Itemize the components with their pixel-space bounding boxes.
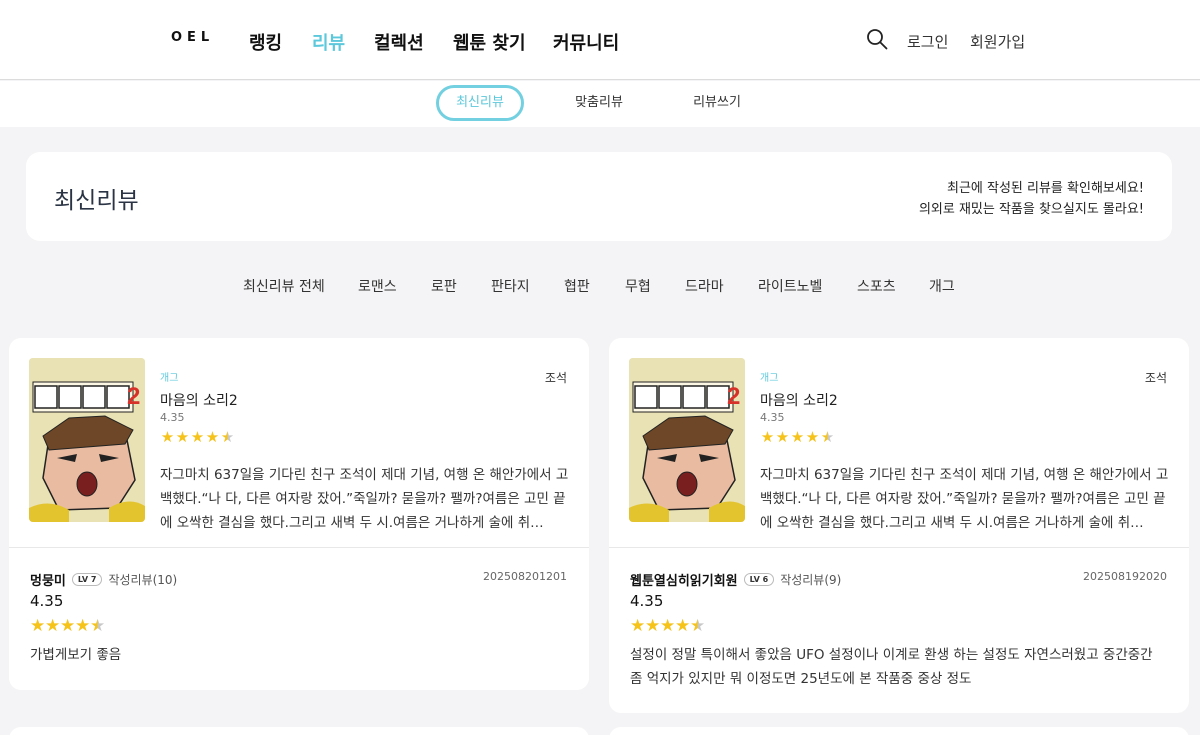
review-count: 작성리뷰(10) [108, 573, 178, 587]
genre-hyeopan[interactable]: 협판 [564, 276, 590, 296]
star-icon: ★ [805, 428, 820, 446]
genre-drama[interactable]: 드라마 [685, 276, 724, 296]
card-divider [609, 547, 1189, 548]
search-icon[interactable] [866, 28, 888, 50]
genre-sports[interactable]: 스포츠 [857, 276, 896, 296]
review-card-next [9, 727, 589, 735]
review-date: 202508201201 [483, 570, 567, 583]
genre-gag[interactable]: 개그 [929, 276, 955, 296]
star-icon: ★ [45, 616, 61, 636]
star-icon: ★ [660, 616, 676, 636]
webtoon-cover[interactable]: 2 [629, 358, 745, 522]
star-icon: ★ [190, 428, 205, 446]
tab-latest-review[interactable]: 최신리뷰 [436, 85, 524, 121]
review-date: 202508192020 [1083, 570, 1167, 583]
genre-tag: 개그 [760, 373, 779, 384]
review-subnav: 최신리뷰 맞춤리뷰 리뷰쓰기 [0, 81, 1200, 127]
webtoon-cover-image[interactable]: 2 [29, 358, 145, 522]
star-icon: ★ [690, 616, 706, 636]
page-description: 최근에 작성된 리뷰를 확인해보세요! 의외로 재밌는 작품을 찾으실지도 몰라… [919, 178, 1144, 220]
review-card[interactable]: 2 개그 조석 마음의 소리2 4.35 ★ ★ ★ ★ ★ 자그마치 637일을 기다린 친구 조… [609, 338, 1189, 713]
webtoon-title[interactable]: 마음의 소리2 [760, 390, 838, 410]
star-icon: ★ [220, 428, 235, 446]
star-icon: ★ [205, 428, 220, 446]
description-line-2: 의외로 재밌는 작품을 찾으실지도 몰라요! [918, 202, 1144, 217]
review-count: 작성리뷰(9) [780, 573, 842, 587]
nav-community[interactable]: 커뮤니티 [553, 29, 619, 55]
review-card-next [609, 727, 1189, 735]
star-icon: ★ [30, 616, 46, 636]
nav-ranking[interactable]: 랭킹 [249, 29, 282, 55]
cover-number: 2 [127, 383, 140, 410]
star-icon: ★ [760, 428, 775, 446]
review-score: 4.35 [630, 592, 664, 610]
webtoon-title[interactable]: 마음의 소리2 [160, 390, 238, 410]
reviewer-info: 멍뭉미 LV 7 작성리뷰(10) [30, 570, 177, 589]
star-icon: ★ [75, 616, 91, 636]
logo[interactable]: OEL [171, 30, 214, 45]
reviewer-name[interactable]: 웹툰열심히읽기회원 [630, 570, 738, 589]
reviewer-name[interactable]: 멍뭉미 [30, 570, 66, 589]
genre-light-novel[interactable]: 라이트노벨 [758, 276, 822, 296]
star-icon: ★ [645, 616, 661, 636]
star-icon: ★ [60, 616, 76, 636]
header: OEL 랭킹 리뷰 컬렉션 웹툰 찾기 커뮤니티 로그인 회원가입 [0, 0, 1200, 80]
description-line-1: 최근에 작성된 리뷰를 확인해보세요! [946, 181, 1144, 196]
review-card[interactable]: 2 개그 조석 마음의 소리2 4.35 ★ ★ ★ ★ ★ 자그마치 637일을 기다린 친구 조… [9, 338, 589, 690]
genre-all[interactable]: 최신리뷰 전체 [243, 276, 325, 296]
webtoon-star-rating: ★ ★ ★ ★ ★ [160, 430, 235, 445]
review-score: 4.35 [30, 592, 64, 610]
page-title: 최신리뷰 [54, 188, 139, 214]
webtoon-cover[interactable]: 2 [29, 358, 145, 522]
page-banner: 최신리뷰 최근에 작성된 리뷰를 확인해보세요! 의외로 재밌는 작품을 찾으실… [26, 152, 1172, 241]
genre-romance[interactable]: 로맨스 [358, 276, 397, 296]
review-text: 설정이 정말 특이해서 좋았음 UFO 설정이나 이계로 환생 하는 설정도 자… [630, 647, 1153, 687]
cover-number: 2 [727, 383, 740, 410]
genre-filter: 최신리뷰 전체 로맨스 로판 판타지 협판 무협 드라마 라이트노벨 스포츠 개… [0, 276, 1200, 296]
star-icon: ★ [820, 428, 835, 446]
genre-tag: 개그 [160, 373, 179, 384]
star-icon: ★ [775, 428, 790, 446]
genre-fantasy[interactable]: 판타지 [491, 276, 530, 296]
nav-review[interactable]: 리뷰 [312, 29, 345, 55]
webtoon-score: 4.35 [760, 411, 785, 424]
login-link[interactable]: 로그인 [907, 31, 948, 52]
star-icon: ★ [90, 616, 106, 636]
webtoon-cover-image[interactable]: 2 [629, 358, 745, 522]
star-icon: ★ [790, 428, 805, 446]
star-icon: ★ [160, 428, 175, 446]
reviewer-info: 웹툰열심히읽기회원 LV 6 작성리뷰(9) [630, 570, 841, 589]
tab-custom-review[interactable]: 맞춤리뷰 [565, 85, 633, 121]
review-text: 가볍게보기 좋음 [30, 647, 122, 663]
nav-find-webtoon[interactable]: 웹툰 찾기 [453, 29, 526, 55]
webtoon-star-rating: ★ ★ ★ ★ ★ [760, 430, 835, 445]
star-icon: ★ [175, 428, 190, 446]
signup-link[interactable]: 회원가입 [970, 31, 1025, 52]
review-star-rating: ★ ★ ★ ★ ★ [30, 618, 105, 635]
author-name: 조석 [544, 371, 567, 385]
nav-collection[interactable]: 컬렉션 [374, 29, 424, 55]
webtoon-score: 4.35 [160, 411, 185, 424]
webtoon-synopsis: 자그마치 637일을 기다린 친구 조석이 제대 기념, 여행 온 해안가에서 … [160, 467, 569, 531]
card-divider [9, 547, 589, 548]
genre-martial-arts[interactable]: 무협 [625, 276, 651, 296]
level-badge: LV 7 [71, 573, 103, 586]
author-name: 조석 [1144, 371, 1167, 385]
star-icon: ★ [630, 616, 646, 636]
level-badge: LV 6 [743, 573, 775, 586]
review-star-rating: ★ ★ ★ ★ ★ [630, 618, 705, 635]
genre-rofan[interactable]: 로판 [431, 276, 457, 296]
webtoon-synopsis: 자그마치 637일을 기다린 친구 조석이 제대 기념, 여행 온 해안가에서 … [760, 467, 1169, 531]
tab-write-review[interactable]: 리뷰쓰기 [683, 85, 751, 121]
star-icon: ★ [675, 616, 691, 636]
